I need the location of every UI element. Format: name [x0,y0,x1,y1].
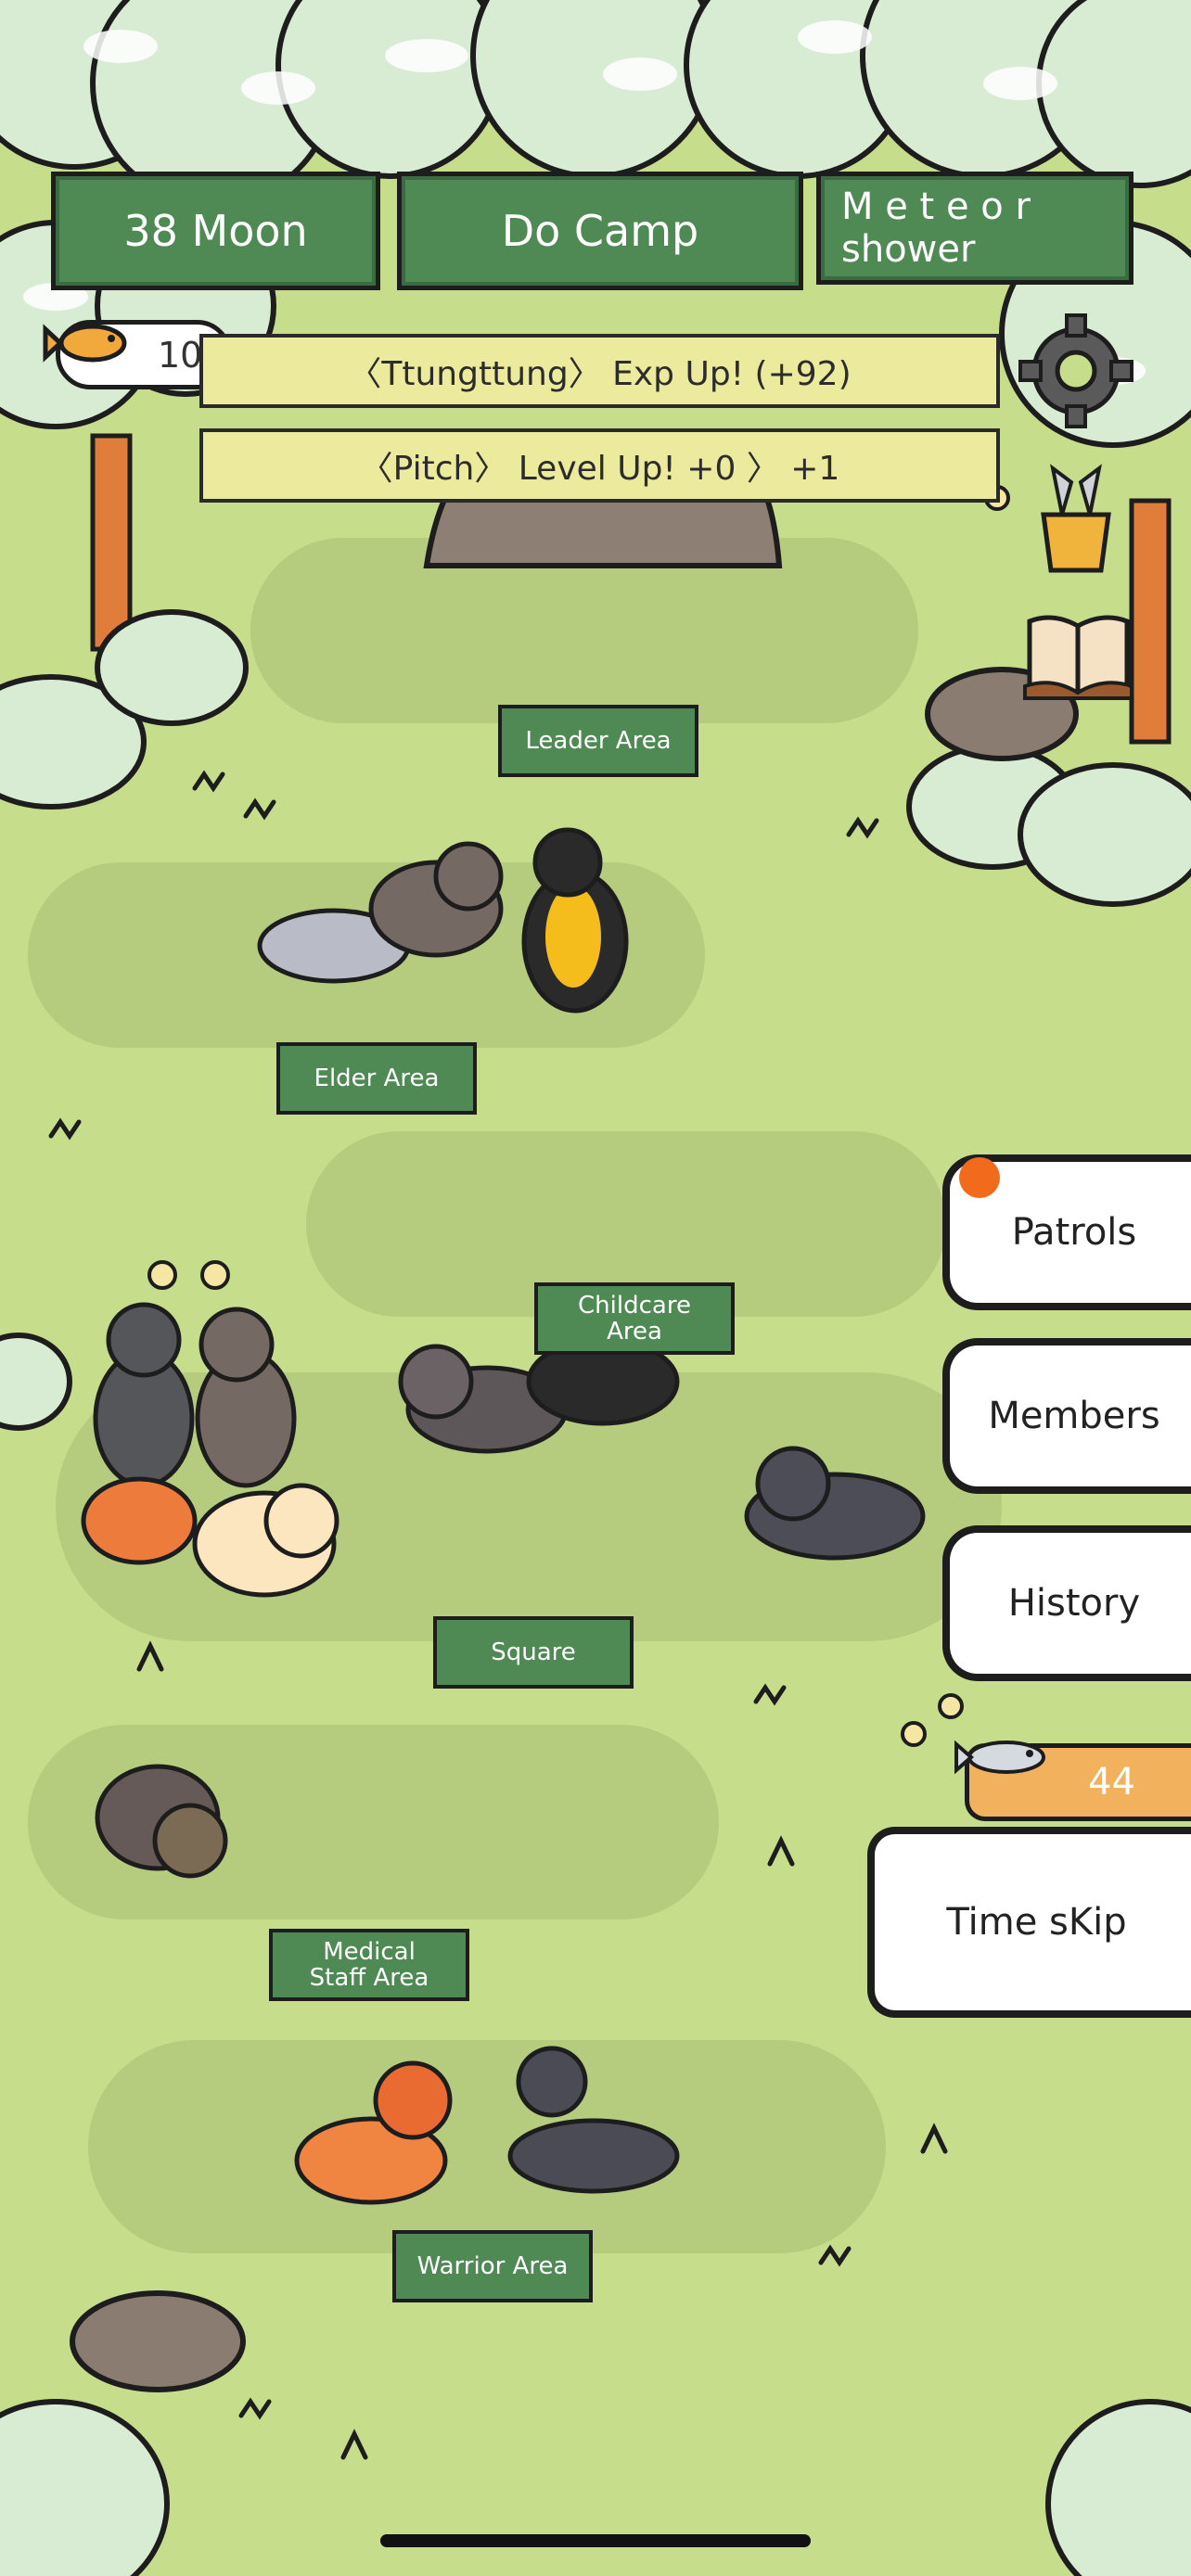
weather-line2: shower [841,228,976,271]
warrior-area-text: Warrior Area [416,2252,569,2280]
patrols-label: Patrols [1011,1211,1137,1254]
fish-stock-icon [954,1740,1045,1775]
members-button[interactable]: Members [942,1338,1191,1494]
fish-icon [43,324,127,363]
fish-bucket-icon[interactable] [1025,454,1127,580]
time-skip-label: Time sKip [946,1901,1127,1944]
warrior-area-label[interactable]: Warrior Area [392,2230,593,2302]
fish-count-text: 10 [158,334,203,376]
moon-counter: 38 Moon [51,172,380,290]
time-skip-button[interactable]: Time sKip [867,1827,1191,2018]
members-label: Members [988,1395,1160,1437]
leader-area-label[interactable]: Leader Area [498,705,698,777]
elder-area-text: Elder Area [314,1065,440,1092]
history-button[interactable]: History [942,1525,1191,1681]
weather-indicator: M e t e o r shower [816,172,1133,285]
weather-line1: M e t e o r [841,185,1031,228]
moon-text: 38 Moon [123,206,308,256]
medical-area-text: Medical Staff Area [309,1938,429,1992]
home-indicator[interactable] [380,2534,811,2547]
square-area-text: Square [491,1639,576,1666]
book-icon[interactable] [1020,607,1136,700]
fish-stock-text: 44 [1088,1761,1135,1804]
notification-level: 〈Pitch〉 Level Up! +0 〉 +1 [199,428,1000,503]
childcare-area-label[interactable]: Childcare Area [534,1282,735,1355]
childcare-area-text: Childcare Area [578,1292,691,1345]
leader-area-text: Leader Area [525,727,672,755]
notification-level-text: 〈Pitch〉 Level Up! +0 〉 +1 [359,450,840,488]
medical-area-label[interactable]: Medical Staff Area [269,1929,469,2001]
gear-icon[interactable] [1016,311,1136,431]
elder-area-label[interactable]: Elder Area [276,1042,477,1115]
history-label: History [1007,1582,1141,1625]
notification-dot-icon [959,1157,1000,1198]
square-area-label[interactable]: Square [433,1616,634,1689]
phase-text: Do Camp [501,206,699,256]
notification-exp: 〈Ttungttung〉 Exp Up! (+92) [199,334,1000,408]
phase-indicator: Do Camp [397,172,803,290]
notification-exp-text: 〈Ttungttung〉 Exp Up! (+92) [348,355,852,393]
